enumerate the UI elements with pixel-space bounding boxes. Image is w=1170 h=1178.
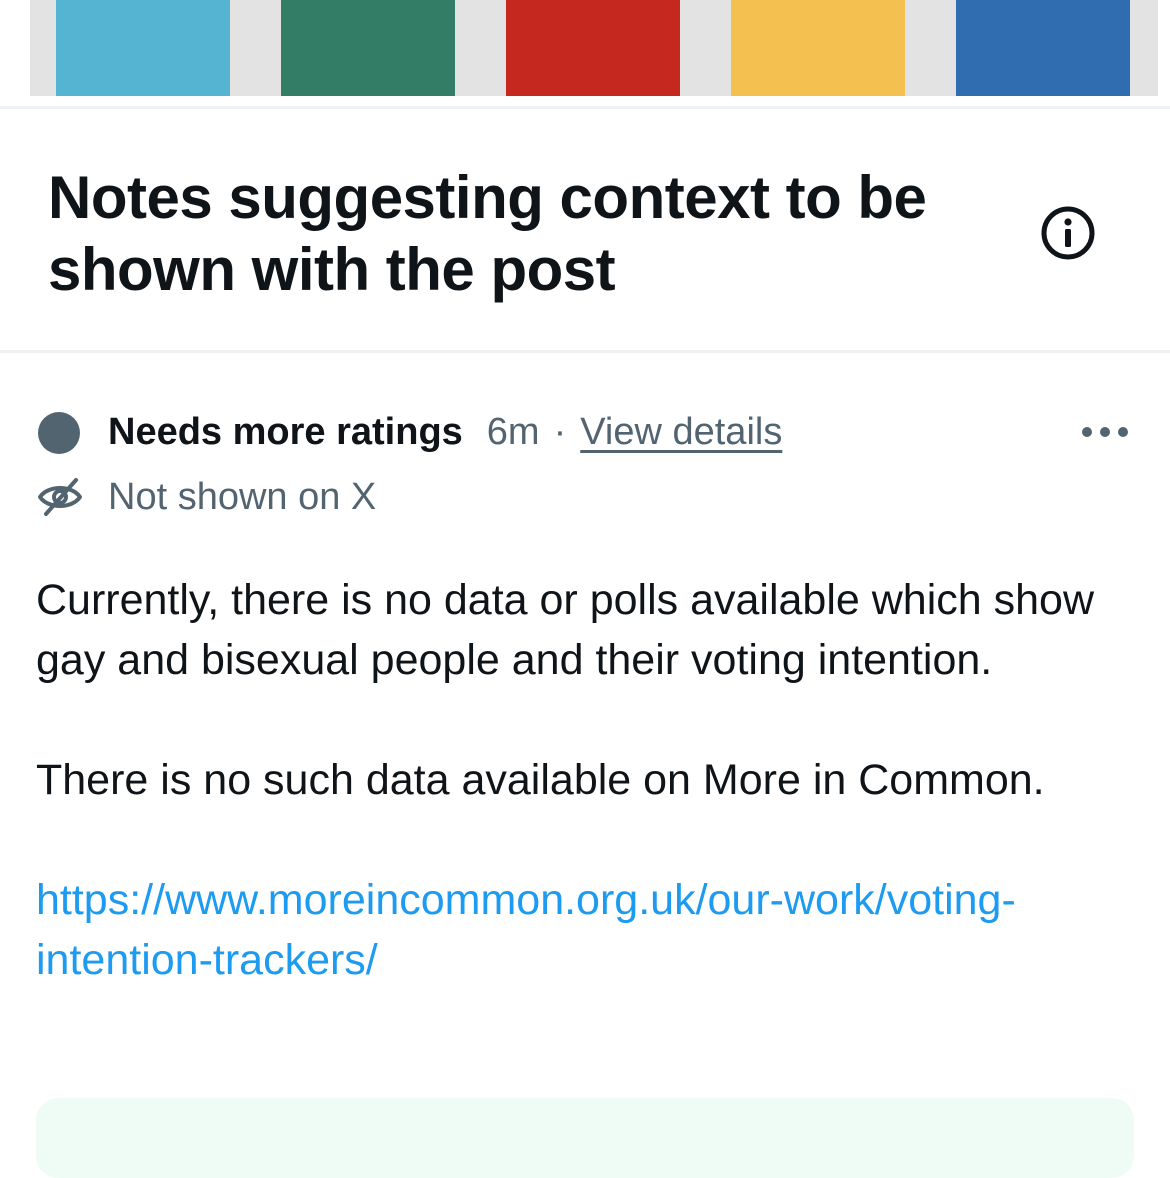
divider-header <box>0 350 1170 353</box>
color-bar-blue <box>956 0 1130 96</box>
info-circle-icon[interactable] <box>1040 205 1096 261</box>
rating-prompt-box[interactable] <box>36 1098 1134 1178</box>
note-status: Needs more ratings <box>108 410 463 453</box>
meta-separator: · <box>553 410 567 453</box>
note-paragraph: There is no such data available on More … <box>36 756 1045 804</box>
note-meta-row: Needs more ratings 6m · View details <box>108 402 782 462</box>
visibility-status: Not shown on X <box>108 476 377 518</box>
note-body: Currently, there is no data or polls ava… <box>36 570 1136 990</box>
eye-slash-icon <box>38 478 82 516</box>
divider-top <box>0 106 1170 109</box>
color-bar-red <box>506 0 680 96</box>
color-bar-light-blue <box>56 0 230 96</box>
color-bar-green <box>281 0 455 96</box>
status-dot <box>38 412 80 454</box>
color-bar-yellow <box>731 0 905 96</box>
post-image-color-bars <box>30 0 1158 96</box>
note-timestamp: 6m <box>486 410 540 453</box>
note-paragraph: Currently, there is no data or polls ava… <box>36 576 1095 684</box>
source-link[interactable]: https://www.moreincommon.org.uk/our-work… <box>36 870 1136 990</box>
section-title: Notes suggesting context to be shown wit… <box>48 164 927 303</box>
view-details-link[interactable]: View details <box>580 411 782 454</box>
more-horizontal-icon[interactable] <box>1078 420 1132 444</box>
